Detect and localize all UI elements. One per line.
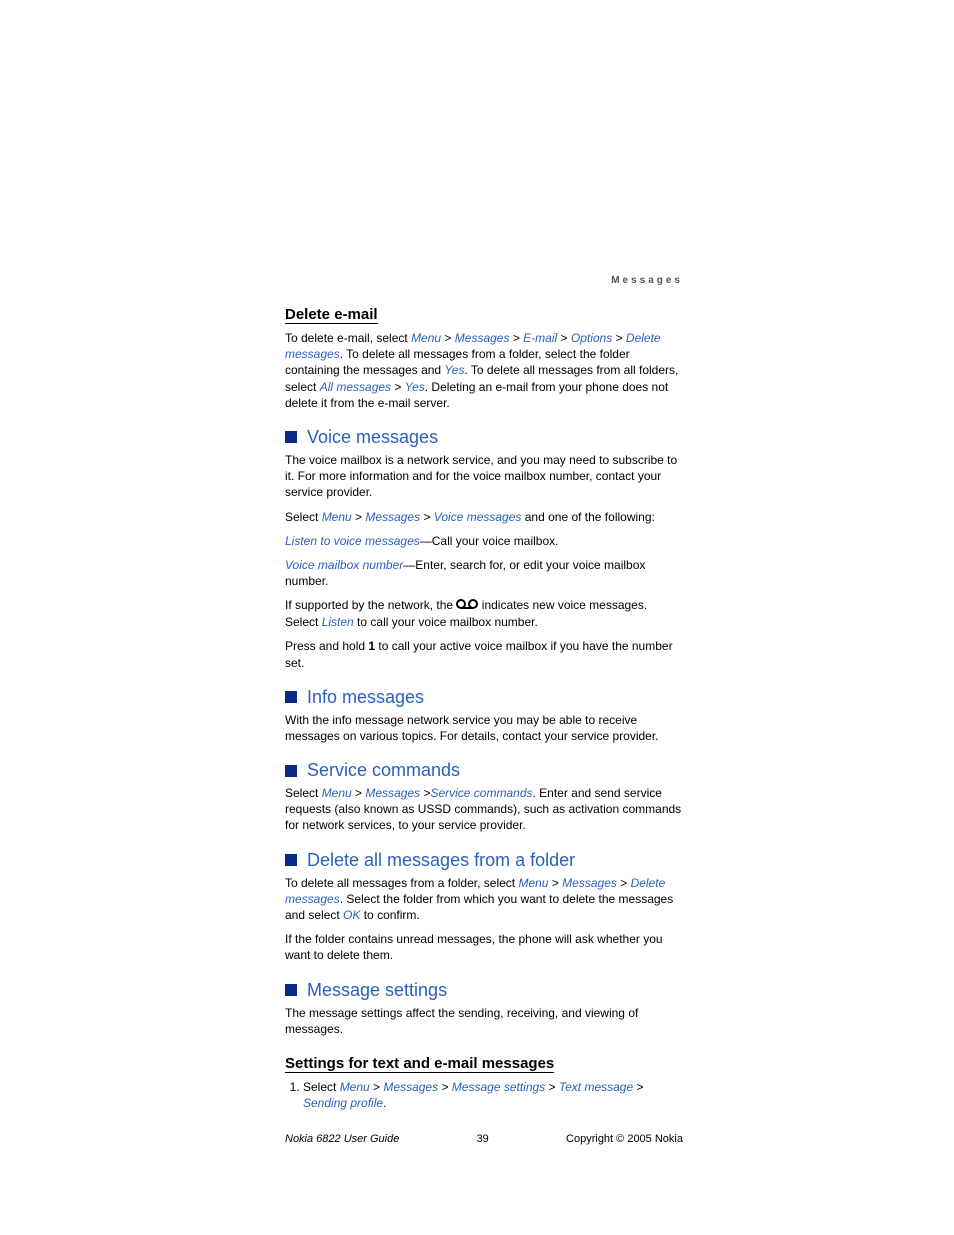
menu-link: All messages: [320, 380, 391, 394]
paragraph: The voice mailbox is a network service, …: [285, 452, 683, 501]
heading-text: Message settings: [307, 980, 447, 1001]
paragraph: Select Menu > Messages > Voice messages …: [285, 509, 683, 525]
text: —Call your voice mailbox.: [420, 534, 559, 548]
text: Select: [285, 786, 322, 800]
voicemail-icon: [456, 598, 478, 614]
page-footer: Nokia 6822 User Guide 39 Copyright © 200…: [285, 1133, 683, 1145]
separator: >: [438, 1080, 452, 1094]
heading-text: Service commands: [307, 760, 460, 781]
paragraph: To delete e-mail, select Menu > Messages…: [285, 330, 683, 411]
menu-link: Yes: [444, 363, 464, 377]
heading-text: Delete all messages from a folder: [307, 850, 575, 871]
heading-info-messages: Info messages: [285, 687, 683, 708]
menu-link: Yes: [405, 380, 425, 394]
paragraph: If supported by the network, the indicat…: [285, 597, 683, 630]
section-service-commands: Service commands Select Menu > Messages …: [285, 760, 683, 834]
text: Select: [303, 1080, 340, 1094]
heading-voice-messages: Voice messages: [285, 427, 683, 448]
separator: >: [352, 786, 366, 800]
step-item: Select Menu > Messages > Message setting…: [303, 1079, 683, 1111]
separator: >: [548, 876, 562, 890]
square-bullet-icon: [285, 765, 297, 777]
text: to call your voice mailbox number.: [354, 615, 538, 629]
menu-link: Sending profile: [303, 1096, 383, 1110]
menu-link: Message settings: [452, 1080, 545, 1094]
text: .: [383, 1096, 386, 1110]
text: To delete all messages from a folder, se…: [285, 876, 518, 890]
separator: >: [612, 331, 626, 345]
text: If supported by the network, the: [285, 598, 456, 612]
menu-link: Messages: [365, 510, 420, 524]
text: Press and hold: [285, 639, 368, 653]
separator: >: [557, 331, 571, 345]
heading-text: Info messages: [307, 687, 424, 708]
text: and one of the following:: [521, 510, 654, 524]
separator: >: [420, 510, 434, 524]
paragraph: To delete all messages from a folder, se…: [285, 875, 683, 924]
heading-delete-all: Delete all messages from a folder: [285, 850, 683, 871]
menu-link: Messages: [455, 331, 510, 345]
footer-guide: Nokia 6822 User Guide: [285, 1133, 399, 1145]
menu-link: Messages: [383, 1080, 438, 1094]
menu-link: Menu: [322, 510, 352, 524]
square-bullet-icon: [285, 854, 297, 866]
text: To delete e-mail, select: [285, 331, 411, 345]
paragraph: With the info message network service yo…: [285, 712, 683, 744]
menu-link: Menu: [518, 876, 548, 890]
step-list: Select Menu > Messages > Message setting…: [285, 1079, 683, 1111]
paragraph: Voice mailbox number—Enter, search for, …: [285, 557, 683, 589]
paragraph: The message settings affect the sending,…: [285, 1005, 683, 1037]
heading-service-commands: Service commands: [285, 760, 683, 781]
menu-link: Listen: [322, 615, 354, 629]
menu-link: Listen to voice messages: [285, 534, 420, 548]
section-message-settings: Message settings The message settings af…: [285, 980, 683, 1112]
heading-message-settings: Message settings: [285, 980, 683, 1001]
section-info-messages: Info messages With the info message netw…: [285, 687, 683, 744]
heading-text: Voice messages: [307, 427, 438, 448]
separator: >: [633, 1080, 643, 1094]
running-header: Messages: [285, 275, 683, 286]
square-bullet-icon: [285, 431, 297, 443]
menu-link: Voice messages: [434, 510, 522, 524]
menu-link: Messages: [365, 786, 420, 800]
square-bullet-icon: [285, 691, 297, 703]
footer-copyright: Copyright © 2005 Nokia: [566, 1133, 683, 1145]
separator: >: [420, 786, 430, 800]
paragraph: Select Menu > Messages >Service commands…: [285, 785, 683, 834]
menu-link: Menu: [322, 786, 352, 800]
footer-page-number: 39: [477, 1133, 489, 1145]
menu-link: OK: [343, 908, 360, 922]
paragraph: Press and hold 1 to call your active voi…: [285, 638, 683, 670]
separator: >: [391, 380, 405, 394]
text: Select: [285, 510, 322, 524]
separator: >: [545, 1080, 559, 1094]
menu-link: Voice mailbox number: [285, 558, 403, 572]
menu-link: Menu: [411, 331, 441, 345]
section-delete-email: Delete e-mail To delete e-mail, select M…: [285, 306, 683, 411]
heading-delete-email: Delete e-mail: [285, 306, 378, 324]
subheading-settings-text-email: Settings for text and e-mail messages: [285, 1055, 554, 1073]
page-content: Messages Delete e-mail To delete e-mail,…: [285, 275, 683, 1145]
paragraph: Listen to voice messages—Call your voice…: [285, 533, 683, 549]
separator: >: [509, 331, 523, 345]
menu-link: E-mail: [523, 331, 557, 345]
separator: >: [370, 1080, 384, 1094]
paragraph: If the folder contains unread messages, …: [285, 931, 683, 963]
text: to confirm.: [360, 908, 419, 922]
menu-link: Service commands: [430, 786, 532, 800]
menu-link: Text message: [559, 1080, 633, 1094]
square-bullet-icon: [285, 984, 297, 996]
separator: >: [441, 331, 455, 345]
section-delete-all: Delete all messages from a folder To del…: [285, 850, 683, 964]
menu-link: Messages: [562, 876, 617, 890]
section-voice-messages: Voice messages The voice mailbox is a ne…: [285, 427, 683, 671]
menu-link: Options: [571, 331, 612, 345]
separator: >: [352, 510, 366, 524]
separator: >: [617, 876, 631, 890]
menu-link: Menu: [340, 1080, 370, 1094]
